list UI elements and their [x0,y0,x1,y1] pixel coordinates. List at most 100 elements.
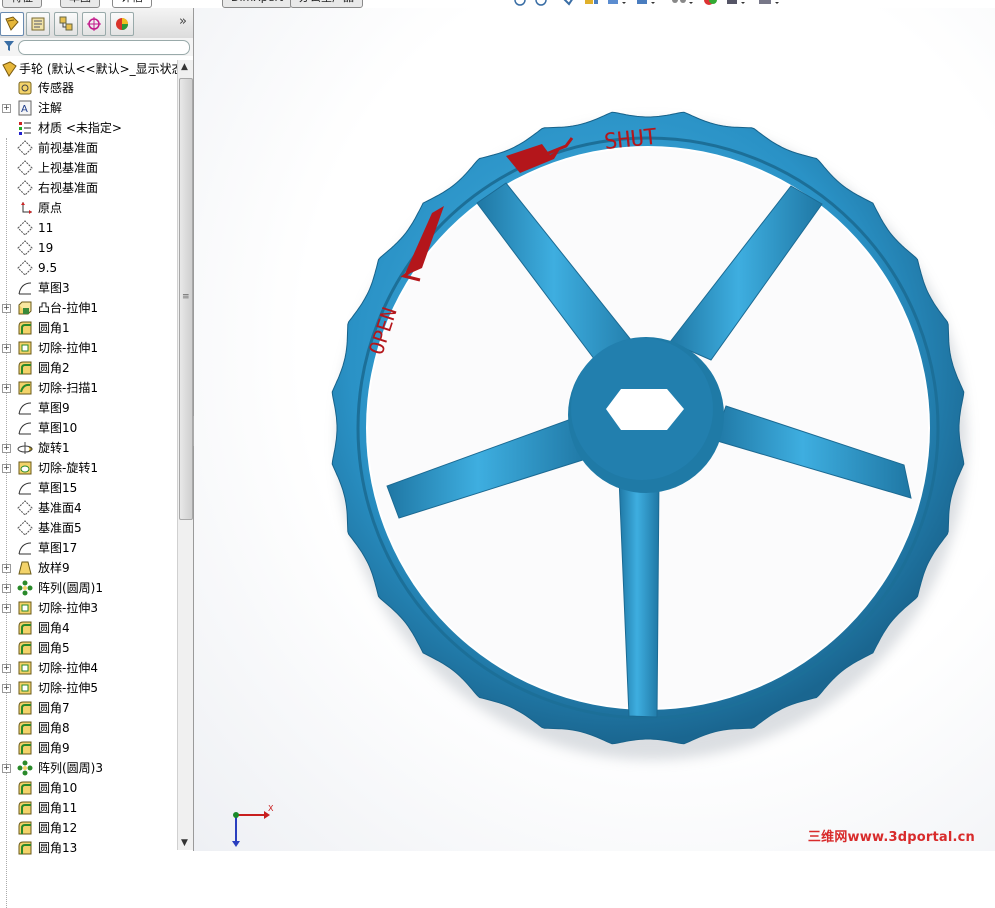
feature-tree-item-label: 上视基准面 [38,161,99,175]
feature-manager-tab[interactable] [0,12,24,36]
feature-tree-item-label: 阵列(圆周)3 [38,761,103,775]
plane-icon [17,240,33,256]
plane-icon [17,160,33,176]
expand-toggle[interactable]: + [2,664,11,673]
plane-icon [17,520,33,536]
cut-extrude-icon [18,341,32,355]
expand-toggle[interactable]: + [2,764,11,773]
property-manager-icon [31,17,45,31]
feature-tree-item-label: 圆角4 [38,621,70,635]
graphics-area[interactable]: SHUT OPEN 三维网www.3dportal.cn [194,8,995,851]
fillet-icon [18,801,32,815]
tab-office-products[interactable]: 办公室产品 [290,0,363,8]
fillet-icon [18,621,32,635]
cut-extrude-icon [18,681,32,695]
expand-toggle[interactable]: + [2,464,11,473]
part-icon [2,61,17,77]
material-icon [19,122,31,135]
feature-tree-item-label: 传感器 [38,81,75,95]
feature-tree-item-label: 19 [38,241,54,255]
feature-tree-item-label: 草图3 [38,281,70,295]
view-settings-icon[interactable] [759,0,779,4]
expand-toggle[interactable]: + [2,564,11,573]
feature-tree-item-label: 阵列(圆周)1 [38,581,103,595]
edit-appearance-icon[interactable] [704,0,717,5]
scroll-grip: ≡ [182,292,190,302]
feature-tree-item-label: 圆角13 [38,841,78,855]
part-root[interactable]: 手轮 (默认<<默认>_显示状态 [0,60,195,78]
plane-icon [17,180,33,196]
tab-dimxpert[interactable]: DimXpert [222,0,293,8]
feature-tree-item-label: 草图10 [38,421,78,435]
circular-pattern-icon [17,760,33,776]
expand-toggle[interactable]: + [2,684,11,693]
dimxpert-manager-tab[interactable] [82,12,106,36]
expand-toggle[interactable]: + [2,384,11,393]
feature-tree-item-label: 切除-扫描1 [38,381,98,395]
boss-extrude-icon [18,301,32,315]
triad-x-label: X [268,805,274,813]
feature-filter-input[interactable] [18,40,190,55]
scroll-down-arrow[interactable]: ▼ [181,838,188,848]
feature-tree-scrollbar[interactable]: ▲ ≡ ▼ [177,60,193,850]
feature-tree-item-label: 切除-拉伸5 [38,681,98,695]
display-manager-tab[interactable] [110,12,134,36]
fillet-icon [18,721,32,735]
expand-toggle[interactable]: + [2,344,11,353]
scroll-up-arrow[interactable]: ▲ [181,62,188,72]
feature-filter-bar [0,38,193,56]
plane-icon [17,260,33,276]
feature-tree-item-label: 材质 <未指定> [38,121,122,135]
expand-toggle[interactable]: + [2,104,11,113]
zoom-to-fit-icon[interactable] [514,0,526,6]
zoom-to-area-icon[interactable] [535,0,547,6]
display-manager-icon [116,18,128,30]
feature-tree-item-label: 旋转1 [38,441,70,455]
expand-toggle[interactable]: + [2,444,11,453]
fillet-icon [18,641,32,655]
tab-evaluate[interactable]: 评估 [112,0,152,8]
view-orientation-icon[interactable] [608,0,626,4]
hide-show-items-icon[interactable] [672,0,693,4]
feature-tree-item-label: 圆角10 [38,781,78,795]
handwheel-hub [568,337,724,493]
feature-tree-item-label: 圆角9 [38,741,70,755]
tab-features[interactable]: 特征 [2,0,42,8]
triad-y-axis [233,812,239,818]
fillet-icon [18,781,32,795]
handwheel-model[interactable]: SHUT OPEN [194,8,995,851]
feature-tree-item-label: 草图9 [38,401,70,415]
filter-icon[interactable] [3,40,15,52]
cut-sweep-icon [18,381,32,395]
display-style-icon[interactable] [637,0,655,4]
feature-tree-item-label: 注解 [38,101,63,115]
origin-icon [21,202,32,214]
panel-overflow-chevron[interactable]: » [179,14,187,29]
configuration-manager-tab[interactable] [54,12,78,36]
loft-icon [18,561,32,575]
property-manager-tab[interactable] [26,12,50,36]
fillet-icon [18,821,32,835]
tab-sketch[interactable]: 草图 [60,0,100,8]
command-manager-tabs: 特征 草图 评估 DimXpert 办公室产品 [0,0,380,8]
feature-tree-item-label: 草图15 [38,481,78,495]
part-root-label: 手轮 (默认<<默认>_显示状态 [19,62,184,76]
feature-tree-item-label: 圆角1 [38,321,70,335]
feature-tree-item-label: 草图17 [38,541,78,555]
sketch-icon [18,482,32,495]
feature-tree-item-label: 圆角8 [38,721,70,735]
svg-text:A: A [21,104,28,115]
section-view-icon[interactable] [585,0,598,4]
cut-revolve-icon [18,461,32,475]
feature-tree-item-label: 11 [38,221,54,235]
expand-toggle[interactable]: + [2,584,11,593]
sketch-icon [18,282,32,295]
expand-toggle[interactable]: + [2,304,11,313]
apply-scene-icon[interactable] [727,0,745,4]
configuration-manager-icon [59,16,73,31]
feature-tree-item-label: 基准面5 [38,521,82,535]
expand-toggle[interactable]: + [2,604,11,613]
watermark: 三维网www.3dportal.cn [807,830,975,845]
previous-view-icon[interactable] [563,0,573,6]
feature-manager-tab-bar: » [0,8,193,39]
